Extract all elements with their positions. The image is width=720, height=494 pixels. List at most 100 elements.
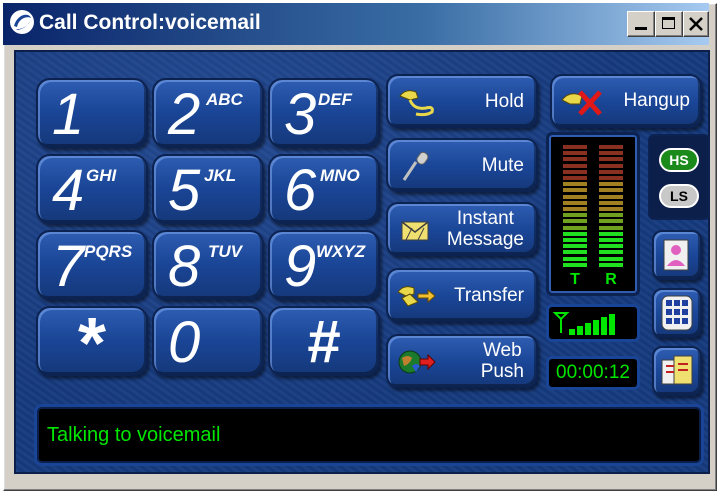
key-hash[interactable]: # bbox=[268, 306, 380, 376]
meter-segment bbox=[563, 163, 587, 168]
meter-segment bbox=[563, 238, 587, 243]
globe-icon bbox=[398, 350, 436, 374]
close-icon bbox=[689, 17, 703, 31]
meter-segment bbox=[563, 250, 587, 255]
minimize-button[interactable] bbox=[627, 11, 655, 37]
meter-segment bbox=[563, 145, 587, 149]
meter-segment bbox=[599, 200, 623, 205]
maximize-button[interactable] bbox=[655, 11, 683, 37]
receive-level-bar bbox=[599, 145, 623, 267]
meter-segment bbox=[599, 169, 623, 174]
meter-segment bbox=[599, 182, 623, 187]
meter-segment bbox=[599, 256, 623, 261]
app-logo-icon bbox=[10, 10, 34, 34]
transmit-level-bar bbox=[563, 145, 587, 267]
key-digit: 2 bbox=[168, 82, 201, 147]
hold-phone-icon bbox=[399, 90, 434, 117]
key-0[interactable]: 0 bbox=[152, 306, 264, 376]
dialpad-icon bbox=[661, 295, 693, 331]
message-icon bbox=[401, 221, 429, 241]
meter-segment bbox=[599, 188, 623, 193]
meter-segment bbox=[599, 262, 623, 267]
meter-segment bbox=[599, 231, 623, 236]
meter-segment bbox=[599, 250, 623, 255]
meter-segment bbox=[599, 207, 623, 212]
meter-segment bbox=[563, 188, 587, 193]
key-6[interactable]: 6 MNO bbox=[268, 154, 380, 224]
mute-label: Mute bbox=[481, 154, 524, 176]
key-9[interactable]: 9 WXYZ bbox=[268, 230, 380, 300]
instant-message-line1: Instant bbox=[456, 208, 514, 229]
instant-message-button[interactable]: Instant Message bbox=[386, 202, 538, 256]
web-push-line1: Web bbox=[482, 340, 522, 361]
key-letters: TUV bbox=[208, 242, 242, 261]
meter-segment bbox=[563, 182, 587, 187]
title-bar[interactable]: Call Control:voicemail bbox=[3, 3, 709, 45]
meter-segment bbox=[599, 194, 623, 199]
dialpad-button[interactable] bbox=[652, 288, 702, 338]
key-digit: * bbox=[77, 304, 107, 384]
instant-message-line2: Message bbox=[446, 229, 524, 250]
conference-button[interactable] bbox=[652, 346, 702, 396]
meter-segment bbox=[599, 176, 623, 181]
microphone-icon bbox=[402, 151, 429, 181]
minimize-icon bbox=[635, 27, 647, 30]
key-letters: MNO bbox=[320, 166, 360, 185]
meter-segment bbox=[599, 145, 623, 149]
transfer-button[interactable]: Transfer bbox=[386, 268, 538, 322]
key-digit: 8 bbox=[168, 234, 201, 299]
transfer-label: Transfer bbox=[453, 284, 524, 306]
key-5[interactable]: 5 JKL bbox=[152, 154, 264, 224]
key-letters: DEF bbox=[318, 90, 352, 109]
meter-segment bbox=[563, 200, 587, 205]
web-push-line2: Push bbox=[480, 361, 524, 382]
status-display: Talking to voicemail bbox=[34, 404, 704, 466]
key-letters: ABC bbox=[206, 90, 243, 109]
meter-segment bbox=[563, 157, 587, 162]
receive-label: R bbox=[605, 271, 617, 288]
key-digit: 3 bbox=[284, 82, 317, 147]
call-timer: 00:00:12 bbox=[546, 356, 640, 390]
key-star[interactable]: * bbox=[36, 304, 148, 384]
key-2[interactable]: 2 ABC bbox=[152, 78, 264, 148]
meter-segment bbox=[563, 256, 587, 261]
loudspeaker-toggle[interactable]: LS bbox=[659, 184, 699, 208]
meter-segment bbox=[563, 213, 587, 218]
meter-segment bbox=[599, 213, 623, 218]
key-4[interactable]: 4 GHI bbox=[36, 154, 148, 224]
meter-segment bbox=[599, 225, 623, 230]
meter-segment bbox=[599, 163, 623, 168]
meter-segment bbox=[563, 244, 587, 249]
mute-button[interactable]: Mute bbox=[386, 138, 538, 192]
meter-segment bbox=[563, 207, 587, 212]
key-digit: 6 bbox=[284, 158, 317, 223]
key-letters: WXYZ bbox=[316, 242, 366, 261]
meter-segment bbox=[563, 262, 587, 267]
conference-icon bbox=[661, 355, 693, 385]
key-letters: PQRS bbox=[84, 242, 133, 261]
handset-toggle[interactable]: HS bbox=[659, 148, 699, 172]
key-1[interactable]: 1 bbox=[36, 78, 148, 148]
meter-segment bbox=[563, 151, 587, 156]
contact-button[interactable] bbox=[652, 230, 702, 280]
key-8[interactable]: 8 TUV bbox=[152, 230, 264, 300]
meter-segment bbox=[563, 176, 587, 181]
meter-segment bbox=[599, 151, 623, 156]
contact-icon bbox=[663, 239, 689, 271]
web-push-button[interactable]: Web Push bbox=[386, 334, 538, 388]
meter-segment bbox=[563, 225, 587, 230]
key-digit: 7 bbox=[52, 234, 85, 299]
key-digit: 0 bbox=[168, 310, 201, 375]
key-digit: 5 bbox=[168, 158, 201, 223]
hangup-button[interactable]: Hangup bbox=[550, 74, 702, 128]
signal-display bbox=[546, 304, 640, 342]
hold-button[interactable]: Hold bbox=[386, 74, 538, 128]
meter-segment bbox=[563, 169, 587, 174]
audio-mode-panel: HS LS bbox=[648, 134, 710, 220]
key-3[interactable]: 3 DEF bbox=[268, 78, 380, 148]
key-digit: # bbox=[307, 308, 341, 375]
key-7[interactable]: 7 PQRS bbox=[36, 230, 148, 300]
key-digit: 9 bbox=[284, 234, 317, 299]
key-letters: GHI bbox=[86, 166, 117, 185]
close-button[interactable] bbox=[683, 11, 709, 37]
